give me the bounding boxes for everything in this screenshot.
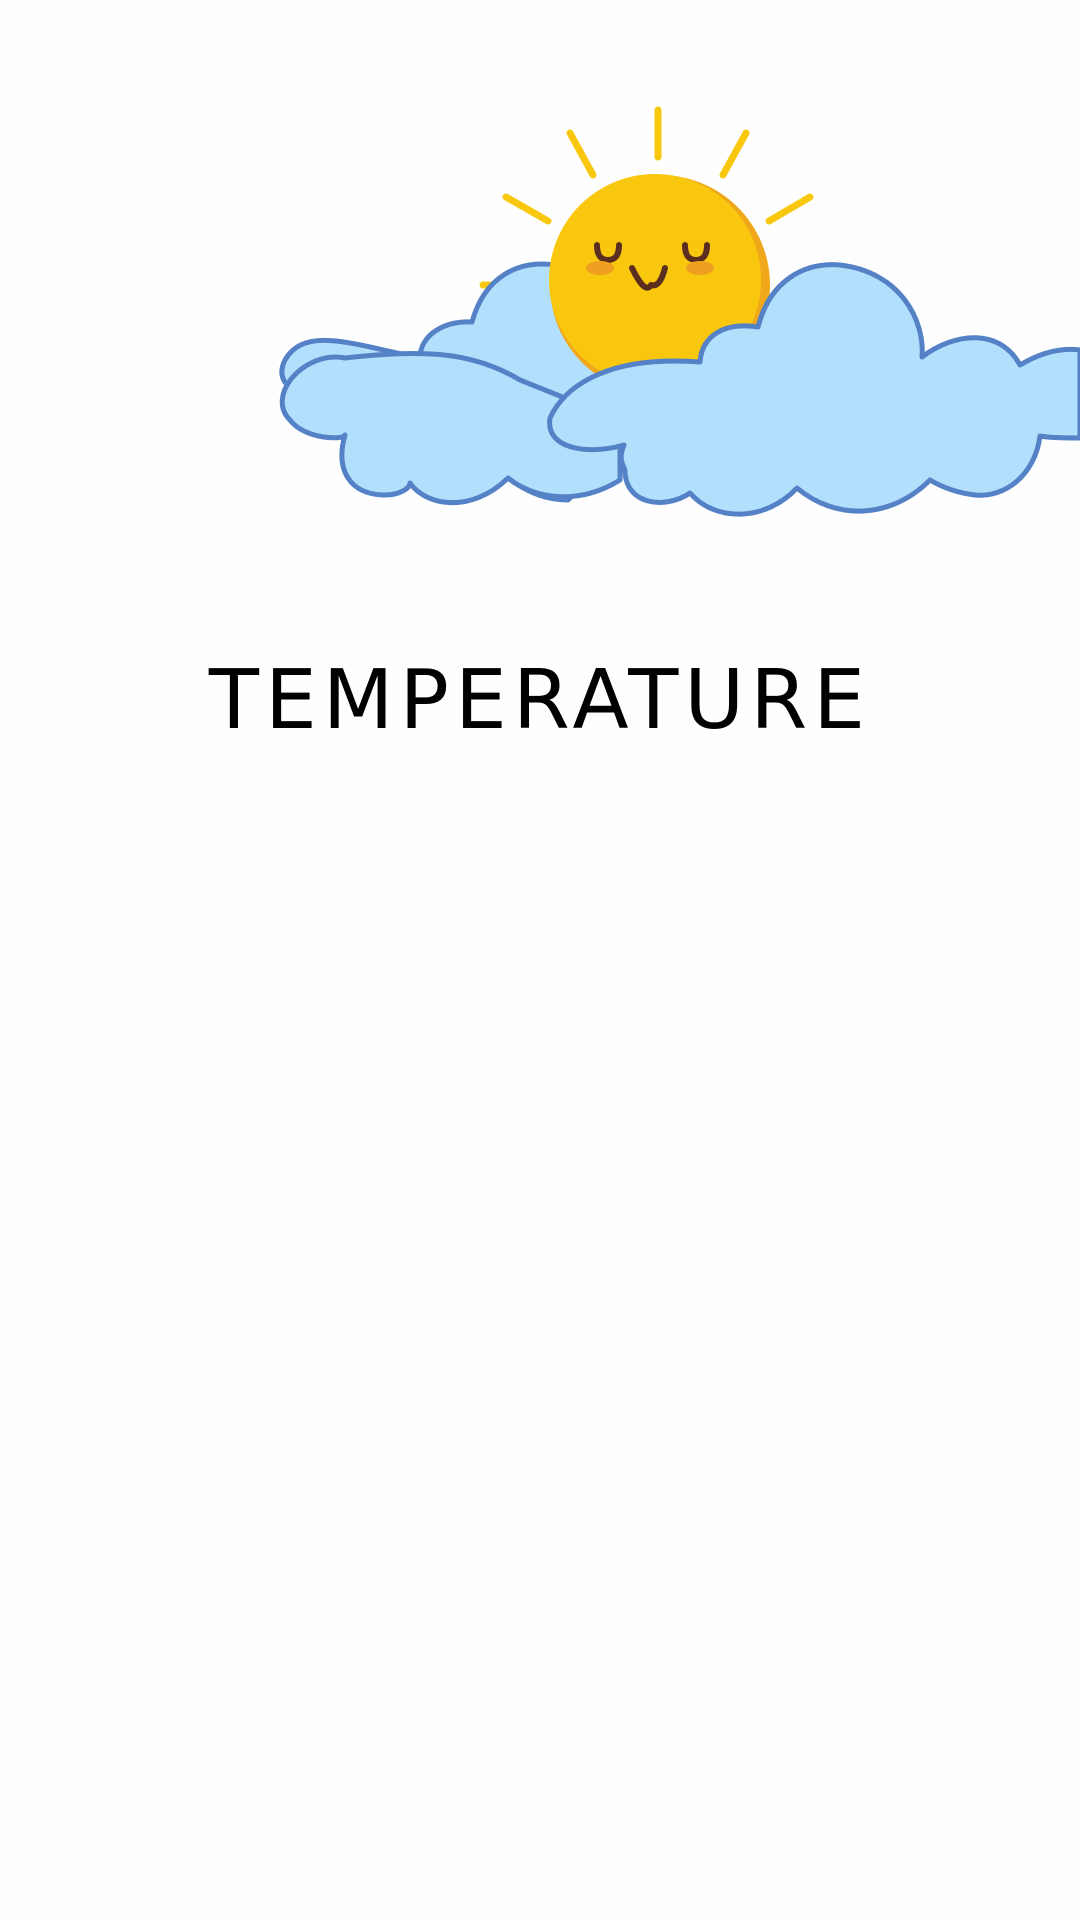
temperature-screen: TEMPERATURE [0, 0, 1080, 1920]
page-title: TEMPERATURE [208, 653, 872, 748]
weather-illustration [279, 106, 1080, 517]
